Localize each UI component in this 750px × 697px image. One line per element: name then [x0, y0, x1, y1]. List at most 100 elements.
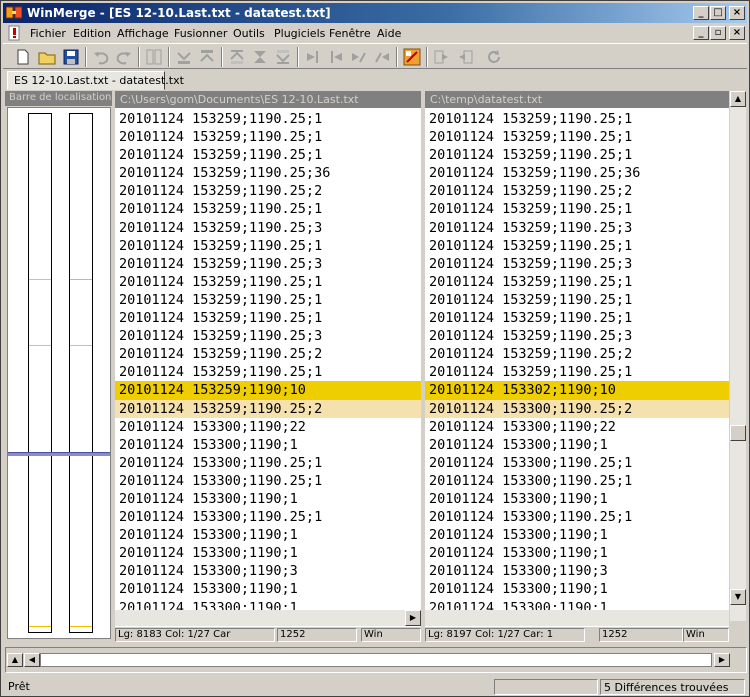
diff-context-icon[interactable]	[144, 47, 164, 67]
scroll-up-arrow-icon[interactable]: ▲	[730, 91, 746, 107]
text-line[interactable]: 20101124 153259;1190.25;1	[115, 291, 421, 309]
location-bar-right[interactable]	[69, 113, 93, 633]
winmerge-app-icon[interactable]	[6, 5, 22, 20]
text-line[interactable]: 20101124 153259;1190.25;1	[425, 273, 729, 291]
copy-all-left-icon[interactable]	[455, 47, 475, 67]
text-line[interactable]: 20101124 153259;1190.25;1	[115, 309, 421, 327]
left-file-pane[interactable]: C:\Users\gom\Documents\ES 12-10.Last.txt…	[115, 91, 421, 643]
vertical-scrollbar[interactable]: ▲ ▼	[730, 91, 746, 621]
text-line[interactable]: 20101124 153259;1190.25;2	[115, 399, 421, 418]
diff-pane-scroller[interactable]: ▲ ◀ ▶	[5, 647, 747, 673]
text-line[interactable]: 20101124 153259;1190.25;3	[425, 327, 729, 345]
options-icon[interactable]	[402, 47, 422, 67]
copy-right-icon[interactable]	[303, 47, 323, 67]
current-diff-icon[interactable]	[250, 47, 270, 67]
diffpane-scroll-right-icon[interactable]: ▶	[714, 653, 730, 667]
diffpane-scroll-up-icon[interactable]: ▲	[7, 653, 23, 667]
copy-left-icon[interactable]	[326, 47, 346, 67]
redo-icon[interactable]	[114, 47, 134, 67]
text-line[interactable]: 20101124 153300;1190.25;1	[425, 472, 729, 490]
right-horizontal-scrollbar[interactable]	[425, 610, 729, 626]
text-line[interactable]: 20101124 153259;1190.25;2	[115, 182, 421, 200]
text-line[interactable]: 20101124 153300;1190;1	[115, 544, 421, 562]
text-line[interactable]: 20101124 153300;1190;1	[115, 436, 421, 454]
text-line[interactable]: 20101124 153259;1190.25;1	[425, 146, 729, 164]
text-line[interactable]: 20101124 153300;1190;1	[425, 526, 729, 544]
text-line[interactable]: 20101124 153259;1190.25;36	[115, 164, 421, 182]
diffpane-scroll-track[interactable]	[40, 653, 712, 667]
text-line[interactable]: 20101124 153300;1190;1	[425, 580, 729, 598]
location-viewport-indicator[interactable]	[8, 452, 110, 456]
right-text-area[interactable]: 20101124 153259;1190.25;1 20101124 153259…	[425, 110, 729, 612]
copy-left-advance-icon[interactable]	[372, 47, 392, 67]
text-line[interactable]: 20101124 153259;1190.25;1	[425, 363, 729, 381]
text-line[interactable]: 20101124 153302;1190;10	[425, 381, 729, 400]
text-line[interactable]: 20101124 153300;1190;22	[115, 418, 421, 436]
doc-minimize-button[interactable]: _	[693, 26, 709, 40]
text-line[interactable]: 20101124 153259;1190;10	[115, 381, 421, 400]
text-line[interactable]: 20101124 153259;1190.25;1	[115, 128, 421, 146]
scroll-down-arrow-icon[interactable]: ▼	[730, 589, 746, 605]
text-line[interactable]: 20101124 153300;1190.25;1	[425, 454, 729, 472]
prev-diff-icon[interactable]	[197, 47, 217, 67]
text-line[interactable]: 20101124 153300;1190;1	[425, 490, 729, 508]
menu-affichage[interactable]: Affichage	[117, 27, 169, 40]
text-line[interactable]: 20101124 153300;1190.25;1	[115, 508, 421, 526]
next-diff-icon[interactable]	[174, 47, 194, 67]
text-line[interactable]: 20101124 153300;1190;22	[425, 418, 729, 436]
menu-plugiciels[interactable]: Plugiciels	[274, 27, 325, 40]
last-diff-icon[interactable]	[273, 47, 293, 67]
text-line[interactable]: 20101124 153259;1190.25;1	[425, 291, 729, 309]
text-line[interactable]: 20101124 153300;1190.25;2	[425, 399, 729, 418]
maximize-button[interactable]: □	[710, 6, 726, 20]
text-line[interactable]: 20101124 153259;1190.25;1	[425, 110, 729, 128]
menu-fenetre[interactable]: Fenêtre	[329, 27, 371, 40]
text-line[interactable]: 20101124 153259;1190.25;3	[115, 255, 421, 273]
left-horizontal-scrollbar[interactable]: ▶	[115, 610, 421, 626]
scrollbar-thumb[interactable]	[730, 425, 746, 441]
text-line[interactable]: 20101124 153259;1190.25;2	[115, 345, 421, 363]
menu-fichier[interactable]: Fichier	[30, 27, 66, 40]
text-line[interactable]: 20101124 153300;1190.25;1	[115, 472, 421, 490]
menu-edition[interactable]: Edition	[73, 27, 111, 40]
text-line[interactable]: 20101124 153259;1190.25;1	[425, 237, 729, 255]
text-line[interactable]: 20101124 153259;1190.25;2	[425, 345, 729, 363]
text-line[interactable]: 20101124 153259;1190.25;3	[115, 327, 421, 345]
text-line[interactable]: 20101124 153300;1190.25;1	[425, 508, 729, 526]
new-file-icon[interactable]	[13, 47, 33, 67]
text-line[interactable]: 20101124 153259;1190.25;1	[425, 309, 729, 327]
menu-aide[interactable]: Aide	[377, 27, 401, 40]
text-line[interactable]: 20101124 153259;1190.25;1	[115, 110, 421, 128]
text-line[interactable]: 20101124 153300;1190;3	[425, 562, 729, 580]
text-line[interactable]: 20101124 153259;1190.25;1	[115, 237, 421, 255]
diffpane-scroll-left-icon[interactable]: ◀	[24, 653, 40, 667]
text-line[interactable]: 20101124 153259;1190.25;1	[115, 363, 421, 381]
document-icon[interactable]	[8, 25, 22, 41]
title-bar[interactable]: WinMerge - [ES 12-10.Last.txt - datatest…	[3, 3, 747, 23]
open-folder-icon[interactable]	[37, 47, 57, 67]
menu-fusionner[interactable]: Fusionner	[174, 27, 227, 40]
text-line[interactable]: 20101124 153259;1190.25;1	[115, 146, 421, 164]
close-button[interactable]: ×	[729, 6, 745, 20]
first-diff-icon[interactable]	[227, 47, 247, 67]
text-line[interactable]: 20101124 153259;1190.25;2	[425, 182, 729, 200]
scroll-right-arrow-icon[interactable]: ▶	[405, 610, 421, 626]
doc-restore-button[interactable]: ▫	[710, 26, 726, 40]
refresh-icon[interactable]	[484, 47, 504, 67]
text-line[interactable]: 20101124 153259;1190.25;1	[115, 200, 421, 218]
copy-right-advance-icon[interactable]	[349, 47, 369, 67]
text-line[interactable]: 20101124 153259;1190.25;1	[425, 200, 729, 218]
text-line[interactable]: 20101124 153259;1190.25;3	[115, 219, 421, 237]
text-line[interactable]: 20101124 153300;1190;1	[115, 490, 421, 508]
text-line[interactable]: 20101124 153300;1190;1	[115, 526, 421, 544]
undo-icon[interactable]	[91, 47, 111, 67]
location-pane-body[interactable]	[7, 107, 111, 639]
save-icon[interactable]	[61, 47, 81, 67]
location-bar-left[interactable]	[28, 113, 52, 633]
text-line[interactable]: 20101124 153300;1190;1	[425, 544, 729, 562]
text-line[interactable]: 20101124 153259;1190.25;1	[115, 273, 421, 291]
doc-close-button[interactable]: ×	[729, 26, 745, 40]
tab-compare-document[interactable]: ES 12-10.Last.txt - datatest.txt	[7, 71, 184, 90]
right-file-pane[interactable]: C:\temp\datatest.txt 20101124 153259;119…	[425, 91, 729, 643]
left-text-area[interactable]: 20101124 153259;1190.25;1 20101124 153259…	[115, 110, 421, 612]
